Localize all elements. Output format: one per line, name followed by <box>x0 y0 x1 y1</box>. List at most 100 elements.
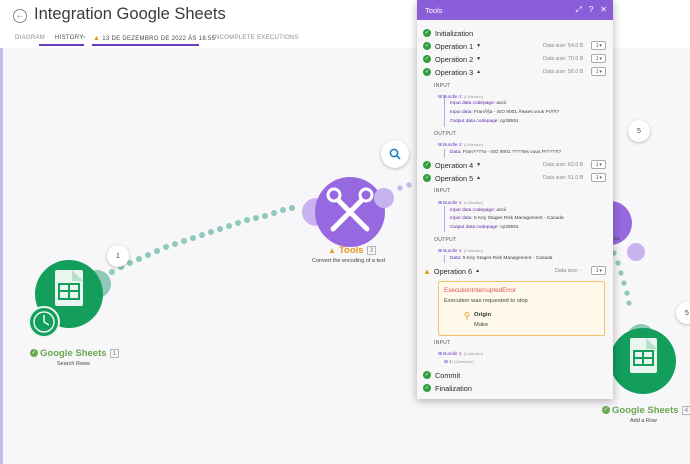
op6-input-item[interactable]: ⊞ 1: (Collection) <box>444 359 473 365</box>
op1-data-size: Data size: 54.0 B <box>543 43 584 49</box>
tab-execution-date[interactable]: ▲ 13 DE DEZEMBRO DE 2022 ÀS 16:55 <box>93 35 215 42</box>
help-icon[interactable]: ? <box>589 5 593 15</box>
row-finalization[interactable]: ✓ Finalization <box>423 383 472 393</box>
row-operation-1[interactable]: ✓ Operation 1 ▼ <box>423 41 481 51</box>
success-check-icon: ✓ <box>423 371 431 379</box>
row-operation-4[interactable]: ✓ Operation 4 ▼ <box>423 160 481 170</box>
module-1-description: Search Rows <box>57 361 90 367</box>
row-commit[interactable]: ✓ Commit <box>423 370 460 380</box>
success-check-icon: ✓ <box>423 29 431 37</box>
op3-output-line: Data: Fran????a - ISO 9001 ????tes vous … <box>450 150 562 155</box>
row-operation-2[interactable]: ✓ Operation 2 ▼ <box>423 54 481 64</box>
op3-input-bundle[interactable]: ⊞ Bundle 1: (Collection) <box>438 94 483 100</box>
back-arrow-icon[interactable]: ← <box>13 9 27 23</box>
op5-data-size: Data size: 51.0 B <box>543 175 584 181</box>
op3-output-bundle[interactable]: ⊞ Bundle 1: (Collection) <box>438 142 483 148</box>
module-2-description: Convert the encoding of a text <box>312 258 386 264</box>
op3-download-button[interactable]: ↧▾ <box>591 67 606 76</box>
module-4-description: Add a Row <box>630 418 657 424</box>
row-initialization[interactable]: ✓ Initialization <box>423 28 473 38</box>
expand-icon[interactable]: ⤢ <box>575 5 581 15</box>
tab-history[interactable]: HISTORY <box>55 35 84 41</box>
success-check-icon: ✓ <box>423 174 431 182</box>
page-title: Integration Google Sheets <box>34 5 226 23</box>
operations-bubble-3[interactable]: 5 <box>628 120 650 142</box>
op5-output-heading: OUTPUT <box>434 237 457 243</box>
warning-icon: ▲ <box>423 266 431 276</box>
success-check-icon: ✓ <box>423 42 431 50</box>
connection-3-4 <box>611 250 632 306</box>
op5-output-bundle[interactable]: ⊞ Bundle 1: (Collection) <box>438 248 483 254</box>
chevron-down-icon: ▼ <box>476 162 482 168</box>
chevron-up-icon: ▲ <box>476 69 482 75</box>
op5-output-line: Data: 5 Key Stages Risk Management - Can… <box>450 256 553 261</box>
success-check-icon: ✓ <box>602 406 610 415</box>
chevron-up-icon: ▲ <box>476 175 482 181</box>
op3-input-line: Output data codepage: cp28591 <box>450 119 519 124</box>
connection-2-3 <box>397 182 412 191</box>
download-icon: ↧▾ <box>595 161 602 168</box>
op3-input-line: Input data: FranÃ§a - ISO 9001 Ã‰tes vou… <box>450 110 560 115</box>
download-icon: ↧▾ <box>595 42 602 49</box>
success-check-icon: ✓ <box>423 384 431 392</box>
error-title: ExecutionInterruptedError <box>444 287 517 294</box>
chevron-down-icon: ▼ <box>476 43 482 49</box>
warning-icon: ▲ <box>328 246 336 255</box>
module-1-label: ✓ Google Sheets 1 <box>30 348 120 359</box>
op5-input-line: Input data codepage: ascii <box>450 208 507 213</box>
download-icon: ↧▾ <box>595 68 602 75</box>
op3-input-heading: INPUT <box>434 83 451 89</box>
op2-download-button[interactable]: ↧▾ <box>591 54 606 63</box>
warning-icon: ▲ <box>93 35 101 42</box>
error-origin-value: Make <box>474 322 489 328</box>
op5-input-heading: INPUT <box>434 188 451 194</box>
op6-download-button[interactable]: ↧▾ <box>591 266 606 275</box>
tab-diagram[interactable]: DIAGRAM <box>15 35 45 41</box>
clock-icon <box>28 306 60 338</box>
tree-line <box>444 255 445 263</box>
download-icon: ↧▾ <box>595 174 602 181</box>
op5-input-bundle[interactable]: ⊞ Bundle 1: (Collection) <box>438 200 483 206</box>
op3-data-size: Data size: 56.0 B <box>543 69 584 75</box>
search-icon[interactable] <box>381 140 409 168</box>
op6-input-heading: INPUT <box>434 340 451 346</box>
success-check-icon: ✓ <box>423 68 431 76</box>
breadcrumb-separator: > <box>82 35 86 41</box>
tree-line <box>444 149 445 158</box>
module-google-sheets-4[interactable] <box>610 324 676 394</box>
module-2-label: ▲ Tools 3 <box>328 245 377 256</box>
success-check-icon: ✓ <box>423 161 431 169</box>
op3-output-heading: OUTPUT <box>434 131 457 137</box>
op4-data-size: Data size: 62.0 B <box>543 162 584 168</box>
op3-input-line: Input data codepage: ascii <box>450 101 507 106</box>
tab-date-underline <box>92 44 199 46</box>
success-check-icon: ✓ <box>30 349 38 358</box>
panel-title: Tools <box>425 6 443 15</box>
download-icon: ↧▾ <box>595 55 602 62</box>
close-icon[interactable]: ✕ <box>600 5 607 15</box>
chevron-up-icon: ▲ <box>475 268 481 274</box>
operations-bubble-1[interactable]: 1 <box>107 245 129 267</box>
location-pin-icon <box>464 312 470 320</box>
tree-line <box>444 206 445 232</box>
error-message: Execution was requested to stop <box>444 298 528 304</box>
connection-1-2 <box>101 205 295 279</box>
error-origin-label: Origin <box>474 312 492 318</box>
download-icon: ↧▾ <box>595 267 602 274</box>
op6-input-bundle[interactable]: ⊞ Bundle 1: (Collection) <box>438 351 483 357</box>
tab-history-underline <box>39 44 84 46</box>
row-operation-6[interactable]: ▲ Operation 6 ▲ <box>423 266 480 276</box>
module-3-description-tail: es <box>614 236 620 242</box>
op4-download-button[interactable]: ↧▾ <box>591 160 606 169</box>
row-operation-3[interactable]: ✓ Operation 3 ▲ <box>423 67 481 77</box>
module-4-label: ✓ Google Sheets 4 <box>602 405 690 416</box>
tab-incomplete-executions[interactable]: INCOMPLETE EXECUTIONS <box>213 35 299 41</box>
error-box: ExecutionInterruptedError Execution was … <box>438 281 605 336</box>
op6-data-size: Data size: - <box>555 268 582 274</box>
op1-download-button[interactable]: ↧▾ <box>591 41 606 50</box>
op5-download-button[interactable]: ↧▾ <box>591 173 606 182</box>
row-operation-5[interactable]: ✓ Operation 5 ▲ <box>423 173 481 183</box>
module-tools[interactable] <box>302 177 394 247</box>
execution-detail-panel: Tools ⤢ ? ✕ ✓ Initialization ✓ Operation 1… <box>417 0 613 399</box>
op5-input-line: Output data codepage: cp28591 <box>450 225 519 230</box>
